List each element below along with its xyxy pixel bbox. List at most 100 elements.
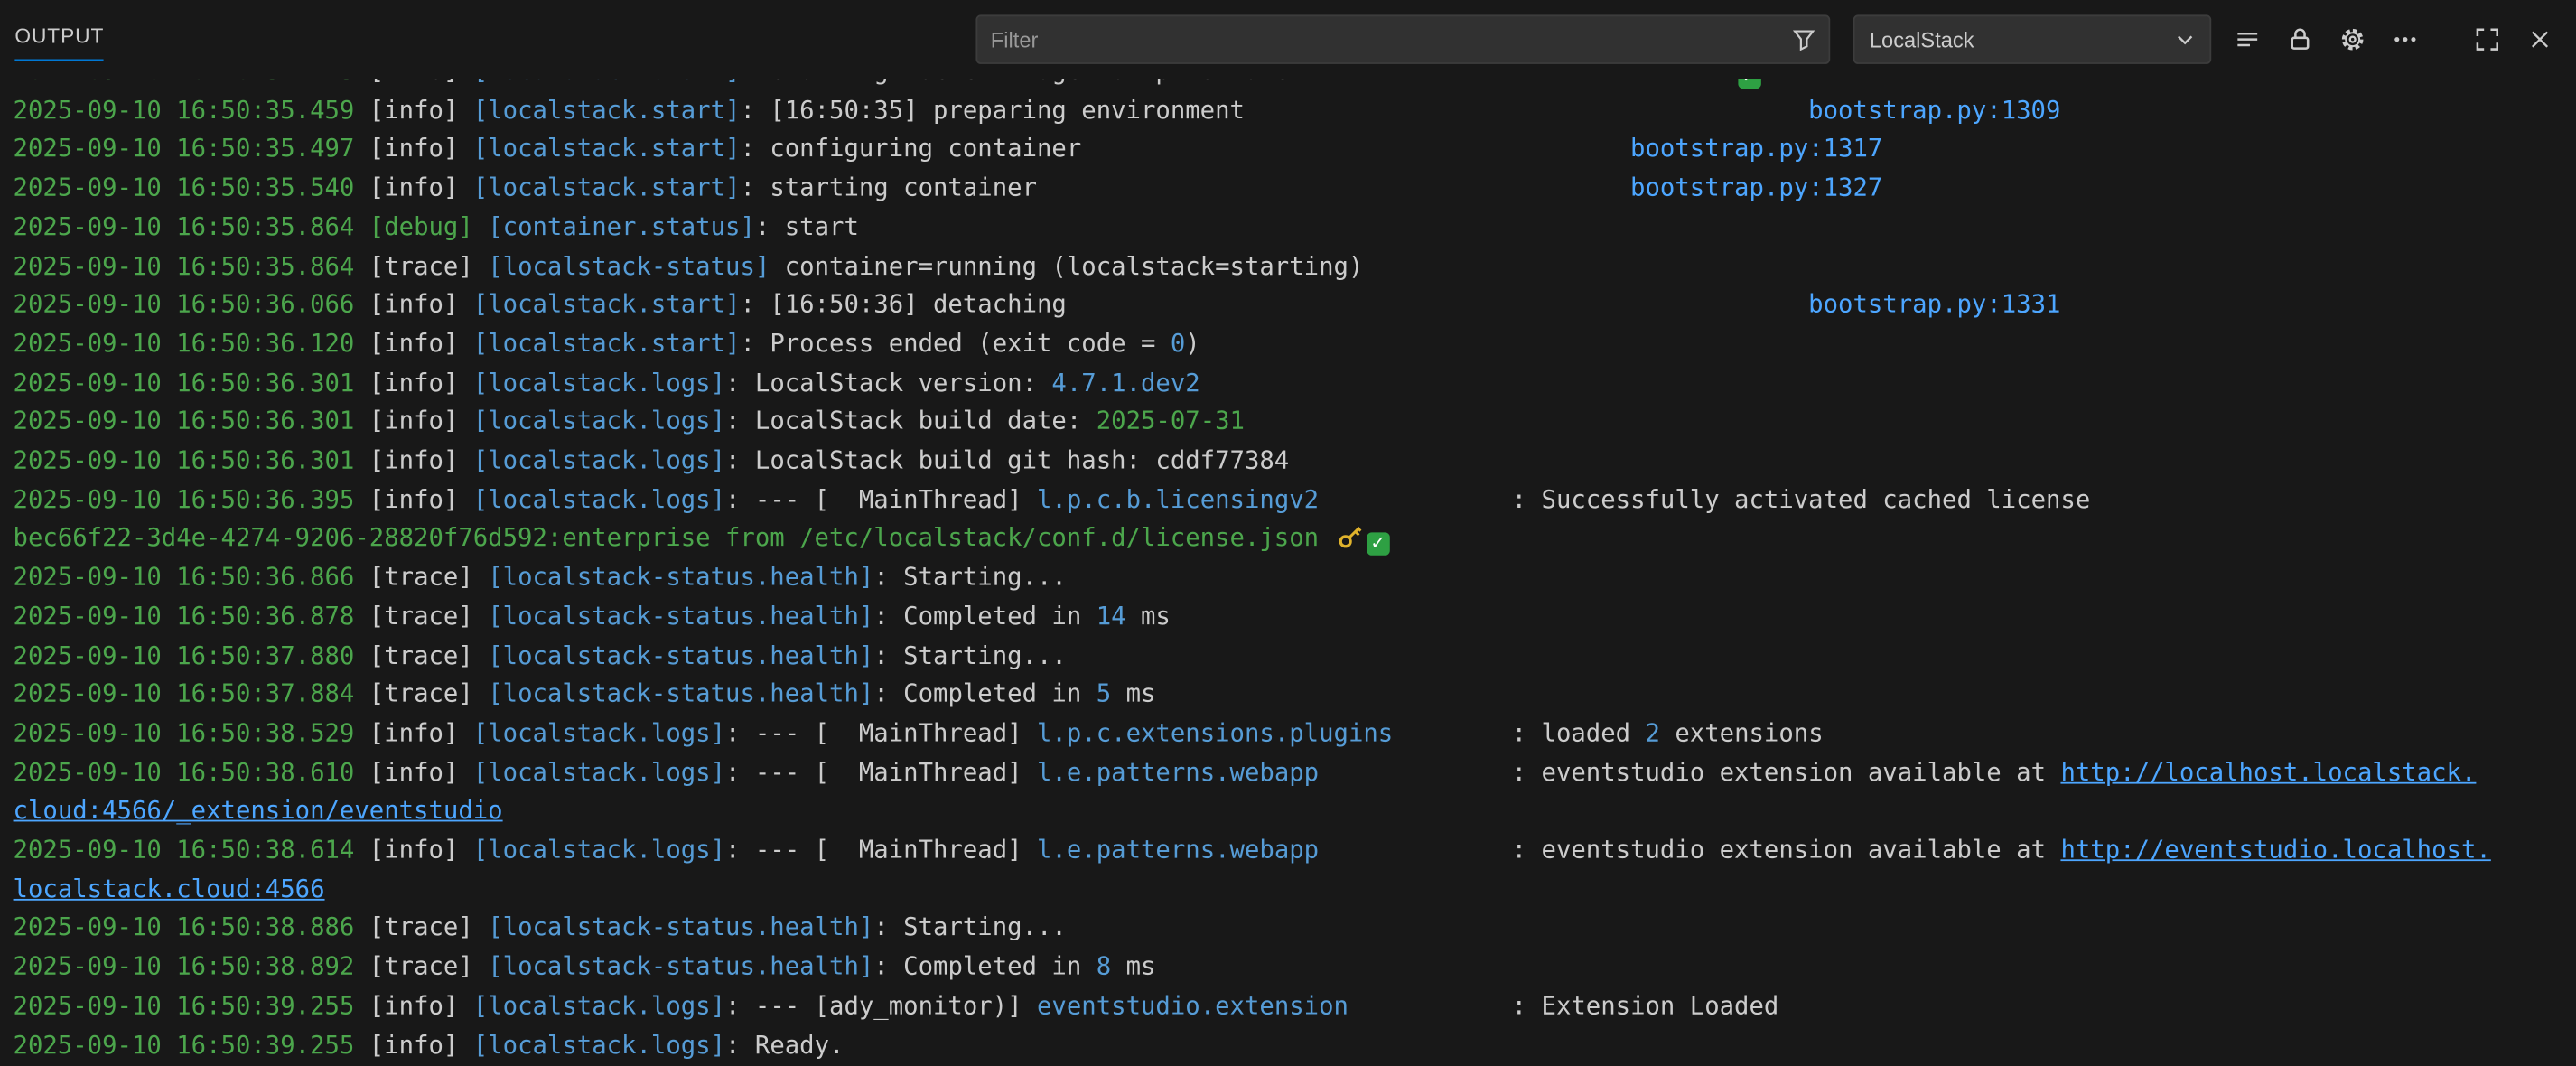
message-text: [trace] [369,601,488,631]
file-link[interactable]: bootstrap.py:1331 [1808,290,2060,320]
toolbar-actions [2229,22,2574,58]
url-link[interactable]: http://localhost.localstack. [2060,757,2476,787]
filter-input[interactable] [977,27,1779,51]
url-link[interactable]: cloud:4566/_extension/eventstudio [14,796,503,826]
message-text: : eventstudio extension available at [1319,835,2060,865]
logger-name: [localstack-status.health] [488,912,873,942]
message-text: : Starting... [873,562,1067,592]
logger-name: l.e.patterns.webapp [1037,835,1319,865]
maximize-panel-button[interactable] [2469,22,2506,58]
message-text: : Completed in [873,679,1096,709]
log-line: 2025-09-10 16:50:35.423 [info] [localsta… [14,79,2576,91]
file-link[interactable]: bootstrap.py:1309 [1808,95,2060,125]
number-value: 8 [1097,951,1111,981]
message-text: [info] [369,991,473,1021]
word-wrap-icon [2235,26,2261,52]
url-link[interactable]: http://eventstudio.localhost. [2060,835,2490,865]
filter-box [975,14,1830,64]
log-line: 2025-09-10 16:50:36.301 [info] [localsta… [14,403,2576,442]
message-text: : --- [ MainThread] [725,718,1037,748]
timestamp: 2025-09-10 16:50:38.614 [14,835,369,865]
log-line: 2025-09-10 16:50:38.892 [trace] [localst… [14,949,2576,987]
gear-icon [2339,26,2366,52]
message-text: : LocalStack version: [725,368,1051,397]
logger-name: [localstack.start] [473,79,741,85]
panel-toolbar: OUTPUT LocalStack [0,0,2576,79]
log-container[interactable]: 2025-09-10 16:50:35.423 [info] [localsta… [0,79,2576,1066]
timestamp: 2025-09-10 16:50:36.066 [14,290,369,320]
logger-name: [localstack.logs] [473,835,725,865]
message-text: : --- [ MainThread] [725,484,1037,514]
close-icon [2526,26,2553,52]
message-text: : --- [ MainThread] [725,835,1037,865]
logger-name: [container.status] [488,211,755,241]
message-text: extensions [1660,718,1824,748]
message-text: : Process ended (exit code = [740,329,1170,359]
logger-name: [localstack.logs] [473,368,725,397]
message-text: [trace] [369,912,488,942]
message-text: [info] [369,290,473,320]
logger-name: eventstudio.extension [1037,991,1349,1021]
message-text: : Starting... [873,641,1067,670]
message-text: [trace] [369,679,488,709]
message-text: ms [1111,679,1155,709]
message-text: [info] [369,173,473,202]
key-icon [1337,525,1363,551]
message-text: [info] [369,1030,473,1060]
message-text: [info] [369,134,473,164]
filter-icon [1791,26,1817,52]
logger-name: l.e.patterns.webapp [1037,757,1319,787]
number-value: 14 [1097,601,1126,631]
check-icon: ✓ [1738,79,1760,89]
message-text: [info] [369,407,473,436]
timestamp: 2025-09-10 16:50:38.886 [14,912,369,942]
message-text: : eventstudio extension available at [1319,757,2060,787]
logger-name: [localstack-status] [488,250,770,280]
timestamp: 2025-09-10 16:50:39.255 [14,1030,369,1060]
message-text: : Ready. [725,1030,844,1060]
logger-name: l.p.c.b.licensingv2 [1037,484,1319,514]
logger-name: [localstack.logs] [473,991,725,1021]
log-line: 2025-09-10 16:50:36.395 [info] [localsta… [14,481,2576,519]
timestamp: 2025-09-10 16:50:36.120 [14,329,369,359]
timestamp: 2025-09-10 16:50:36.301 [14,407,369,436]
file-link[interactable]: bootstrap.py:1327 [1630,173,1882,202]
message-text: [info] [369,329,473,359]
log-line: 2025-09-10 16:50:36.301 [info] [localsta… [14,442,2576,481]
message-text: [info] [369,835,473,865]
log-line: 2025-09-10 16:50:38.610 [info] [localsta… [14,753,2576,792]
message-text: [info] [369,79,473,85]
tab-output[interactable]: OUTPUT [14,24,104,61]
filter-toggle-button[interactable] [1779,26,1829,52]
log-line: 2025-09-10 16:50:35.864 [trace] [localst… [14,248,2576,286]
log-line: 2025-09-10 16:50:38.529 [info] [localsta… [14,715,2576,753]
log-line: 2025-09-10 16:50:36.866 [trace] [localst… [14,559,2576,598]
log-line: 2025-09-10 16:50:35.864 [debug] [contain… [14,209,2576,248]
log-level-debug: [debug] [369,211,488,241]
number-value: 5 [1097,679,1111,709]
word-wrap-button[interactable] [2229,22,2265,58]
logger-name: [localstack-status.health] [488,679,873,709]
close-panel-button[interactable] [2522,22,2558,58]
url-link[interactable]: localstack.cloud:4566 [14,874,325,903]
message-text: : --- [ MainThread] [725,757,1037,787]
logger-name: [localstack-status.health] [488,562,873,592]
output-channel-select[interactable]: LocalStack [1853,14,2212,64]
message-text: : loaded [1393,718,1645,748]
timestamp: 2025-09-10 16:50:35.864 [14,250,369,280]
message-text: : configuring container [740,134,1081,164]
log-line: 2025-09-10 16:50:37.884 [trace] [localst… [14,676,2576,715]
timestamp: 2025-09-10 16:50:38.892 [14,951,369,981]
timestamp: 2025-09-10 16:50:36.866 [14,562,369,592]
log-line: cloud:4566/_extension/eventstudio [14,792,2576,831]
logger-name: [localstack.logs] [473,407,725,436]
log-line: 2025-09-10 16:50:36.301 [info] [localsta… [14,364,2576,403]
scroll-lock-button[interactable] [2282,22,2318,58]
expand-icon [2474,26,2500,52]
more-actions-button[interactable] [2387,22,2423,58]
message-text [1037,173,1630,202]
file-link[interactable]: bootstrap.py:1317 [1630,134,1882,164]
logger-name: [localstack.start] [473,134,741,164]
logger-name: [localstack.logs] [473,484,725,514]
settings-button[interactable] [2335,22,2371,58]
